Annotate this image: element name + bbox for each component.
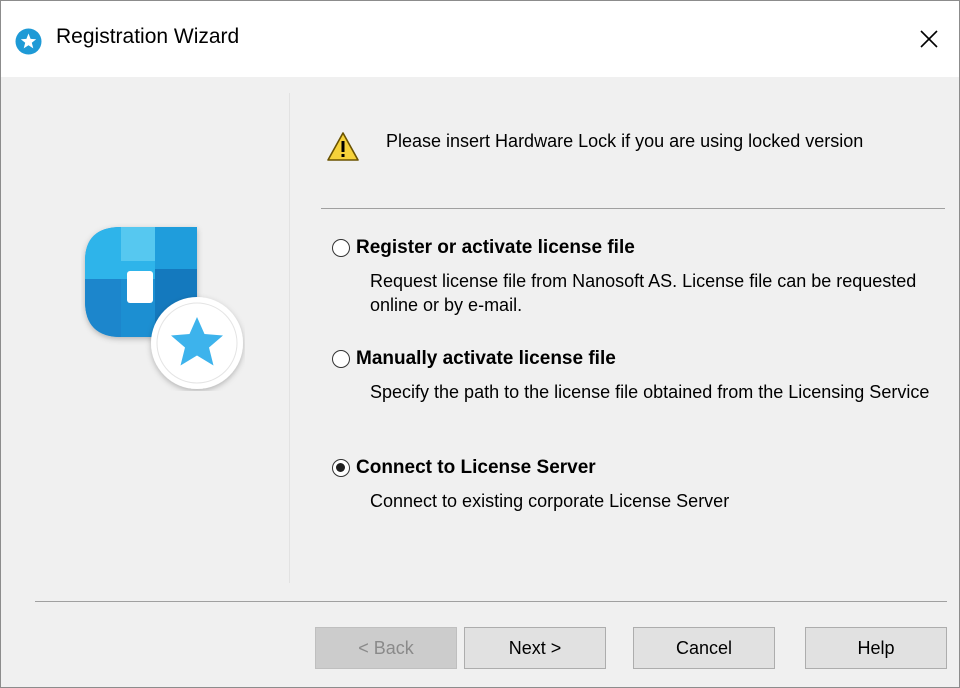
hardware-lock-warning: Please insert Hardware Lock if you are u… (386, 131, 864, 151)
cancel-button[interactable]: Cancel (633, 627, 775, 669)
option-description: Connect to existing corporate License Se… (370, 491, 730, 511)
close-button[interactable] (899, 1, 959, 77)
option-label: Connect to License Server (356, 457, 596, 478)
radio-button[interactable] (332, 239, 350, 257)
warning-triangle-icon (327, 132, 359, 161)
radio-register-license[interactable]: Register or activate license file (332, 237, 942, 259)
option-description: Specify the path to the license file obt… (370, 382, 930, 402)
radio-button-selected[interactable] (332, 459, 350, 477)
option-register-license: Register or activate license file Reques… (332, 237, 942, 317)
option-manual-activate: Manually activate license file Specify t… (332, 348, 942, 404)
close-icon (920, 30, 938, 48)
radio-button[interactable] (332, 350, 350, 368)
radio-license-server[interactable]: Connect to License Server (332, 457, 942, 479)
bottom-separator (35, 601, 947, 602)
vertical-divider (289, 93, 290, 583)
option-description: Request license file from Nanosoft AS. L… (370, 271, 917, 315)
title-bar: Registration Wizard (1, 1, 959, 77)
top-separator (321, 208, 945, 209)
next-button[interactable]: Next > (464, 627, 606, 669)
help-button[interactable]: Help (805, 627, 947, 669)
radio-manual-activate[interactable]: Manually activate license file (332, 348, 942, 370)
window-title: Registration Wizard (56, 25, 240, 48)
product-logo (85, 227, 243, 389)
registration-star-icon (15, 28, 42, 55)
option-license-server: Connect to License Server Connect to exi… (332, 457, 942, 513)
option-label: Manually activate license file (356, 348, 616, 369)
option-label: Register or activate license file (356, 237, 635, 258)
back-button[interactable]: < Back (315, 627, 457, 669)
registration-wizard-window: Registration Wizard Please insert Hardwa… (0, 0, 960, 688)
